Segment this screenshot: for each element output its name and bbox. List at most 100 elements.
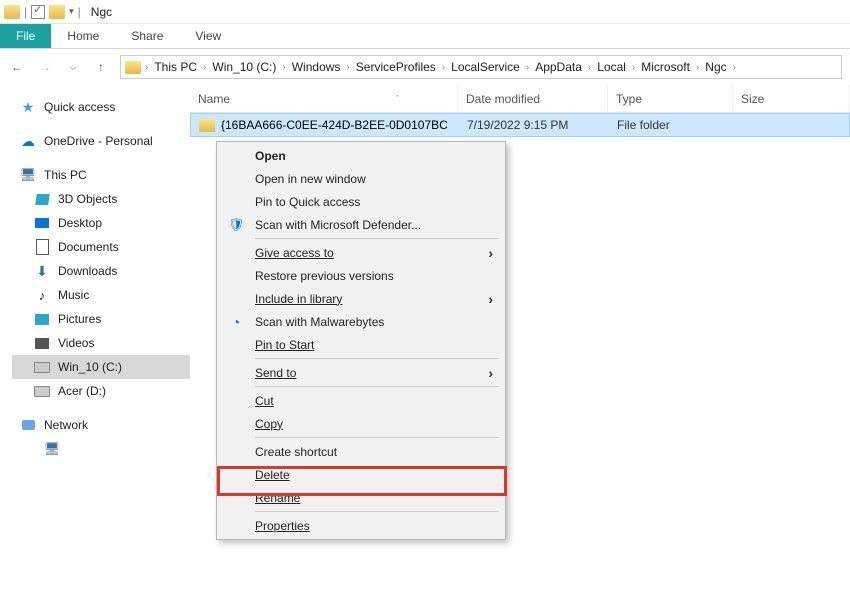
menu-label: Give access to: [255, 246, 334, 260]
chevron-right-icon[interactable]: ›: [526, 62, 529, 73]
pictures-icon: [34, 311, 50, 327]
chevron-right-icon[interactable]: ›: [588, 62, 591, 73]
sidebar-label: Downloads: [58, 264, 117, 278]
sidebar-label: Pictures: [58, 312, 101, 326]
crumb-appdata[interactable]: AppData: [531, 60, 586, 74]
crumb-localservice[interactable]: LocalService: [447, 60, 524, 74]
menu-item-give-access[interactable]: Give access to: [219, 241, 503, 264]
sidebar-item-network[interactable]: Network: [12, 413, 190, 437]
sidebar-item-computer[interactable]: 🖥: [12, 437, 190, 461]
sidebar-label: OneDrive - Personal: [44, 134, 153, 148]
crumb-thispc[interactable]: This PC: [150, 60, 201, 74]
sidebar-item-videos[interactable]: Videos: [12, 331, 190, 355]
crumb-serviceprofiles[interactable]: ServiceProfiles: [352, 60, 440, 74]
column-header-type[interactable]: Type: [608, 85, 733, 112]
tab-file[interactable]: File: [0, 24, 51, 48]
menu-label: Pin to Start: [255, 338, 314, 352]
menu-label: Properties: [255, 519, 310, 533]
tab-home[interactable]: Home: [51, 24, 115, 48]
star-icon: ★: [20, 99, 36, 115]
column-header-date[interactable]: Date modified: [458, 85, 608, 112]
sidebar-item-music[interactable]: ♪ Music: [12, 283, 190, 307]
annotation-highlight: [217, 466, 507, 496]
menu-label: Scan with Malwarebytes: [255, 315, 384, 329]
music-icon: ♪: [34, 287, 50, 303]
chevron-right-icon[interactable]: ›: [632, 62, 635, 73]
column-header-size[interactable]: Size: [733, 85, 850, 112]
crumb-local[interactable]: Local: [593, 60, 630, 74]
sidebar-label: Win_10 (C:): [58, 360, 122, 374]
menu-item-send-to[interactable]: Send to: [219, 361, 503, 384]
cloud-icon: ☁: [20, 133, 36, 149]
pc-icon: 🖥: [20, 167, 36, 183]
sidebar-item-thispc[interactable]: 🖥This PC: [12, 163, 190, 187]
menu-item-properties[interactable]: Properties: [219, 514, 503, 537]
sidebar-item-desktop[interactable]: Desktop: [12, 211, 190, 235]
sidebar-item-downloads[interactable]: ⬇ Downloads: [12, 259, 190, 283]
column-header-name[interactable]: Nameˆ: [190, 85, 458, 112]
context-menu: Open Open in new window Pin to Quick acc…: [216, 141, 506, 540]
menu-item-open-new-window[interactable]: Open in new window: [219, 167, 503, 190]
separator: |: [24, 5, 27, 19]
folder-icon: [49, 5, 65, 19]
menu-item-cut[interactable]: Cut: [219, 389, 503, 412]
chevron-right-icon[interactable]: ›: [733, 62, 736, 73]
menu-item-scan-malwarebytes[interactable]: Scan with Malwarebytes: [219, 310, 503, 333]
menu-item-restore-previous[interactable]: Restore previous versions: [219, 264, 503, 287]
sidebar-item-pictures[interactable]: Pictures: [12, 307, 190, 331]
pc-icon: 🖥: [44, 441, 60, 457]
tab-share[interactable]: Share: [115, 24, 179, 48]
menu-item-scan-defender[interactable]: Scan with Microsoft Defender...: [219, 213, 503, 236]
sidebar-label: Documents: [58, 240, 119, 254]
sidebar-item-documents[interactable]: Documents: [12, 235, 190, 259]
crumb-win10[interactable]: Win_10 (C:): [208, 60, 280, 74]
download-icon: ⬇: [34, 263, 50, 279]
menu-item-include-library[interactable]: Include in library: [219, 287, 503, 310]
sidebar-label: Videos: [58, 336, 94, 350]
chevron-right-icon[interactable]: ›: [282, 62, 285, 73]
drive-icon: [34, 383, 50, 399]
sidebar-item-3dobjects[interactable]: 3D Objects: [12, 187, 190, 211]
menu-item-pin-start[interactable]: Pin to Start: [219, 333, 503, 356]
menu-label: Send to: [255, 366, 296, 380]
chevron-right-icon[interactable]: ›: [145, 62, 148, 73]
ribbon-tabs: File Home Share View: [0, 24, 850, 49]
sidebar: ★ Quick access ☁ OneDrive - Personal 🖥This…: [0, 85, 190, 602]
document-icon: [34, 239, 50, 255]
menu-item-create-shortcut[interactable]: Create shortcut: [219, 440, 503, 463]
network-icon: [20, 417, 36, 433]
up-button[interactable]: ↑: [92, 58, 110, 76]
sidebar-item-win10[interactable]: Win_10 (C:): [12, 355, 190, 379]
sidebar-label: Network: [44, 418, 88, 432]
window-title: Ngc: [91, 5, 112, 19]
properties-icon[interactable]: [31, 5, 45, 19]
menu-item-pin-quick-access[interactable]: Pin to Quick access: [219, 190, 503, 213]
chevron-right-icon[interactable]: ›: [203, 62, 206, 73]
sidebar-item-acer[interactable]: Acer (D:): [12, 379, 190, 403]
sidebar-label: Desktop: [58, 216, 102, 230]
address-bar: ← → ⌵ ↑ › This PC › Win_10 (C:) › Window…: [0, 49, 850, 85]
menu-item-open[interactable]: Open: [219, 144, 503, 167]
crumb-microsoft[interactable]: Microsoft: [637, 60, 694, 74]
table-row[interactable]: {16BAA666-C0EE-424D-B2EE-0D0107BC 7/19/2…: [190, 113, 850, 137]
back-button[interactable]: ←: [8, 58, 26, 76]
sidebar-item-onedrive[interactable]: ☁ OneDrive - Personal: [12, 129, 190, 153]
breadcrumb[interactable]: › This PC › Win_10 (C:) › Windows › Serv…: [120, 55, 842, 79]
chevron-right-icon[interactable]: ›: [346, 62, 349, 73]
menu-separator: [255, 238, 499, 239]
tab-view[interactable]: View: [179, 24, 237, 48]
crumb-ngc[interactable]: Ngc: [701, 60, 730, 74]
sidebar-label: Quick access: [44, 100, 115, 114]
column-label: Name: [198, 92, 230, 106]
recent-dropdown[interactable]: ⌵: [64, 58, 82, 76]
chevron-right-icon[interactable]: ›: [696, 62, 699, 73]
crumb-windows[interactable]: Windows: [288, 60, 345, 74]
menu-label: Scan with Microsoft Defender...: [255, 218, 421, 232]
videos-icon: [34, 335, 50, 351]
sidebar-label: Music: [58, 288, 89, 302]
menu-item-copy[interactable]: Copy: [219, 412, 503, 435]
chevron-down-icon[interactable]: ▾: [69, 6, 74, 17]
column-headers: Nameˆ Date modified Type Size: [190, 85, 850, 113]
chevron-right-icon[interactable]: ›: [442, 62, 445, 73]
sidebar-item-quick-access[interactable]: ★ Quick access: [12, 95, 190, 119]
